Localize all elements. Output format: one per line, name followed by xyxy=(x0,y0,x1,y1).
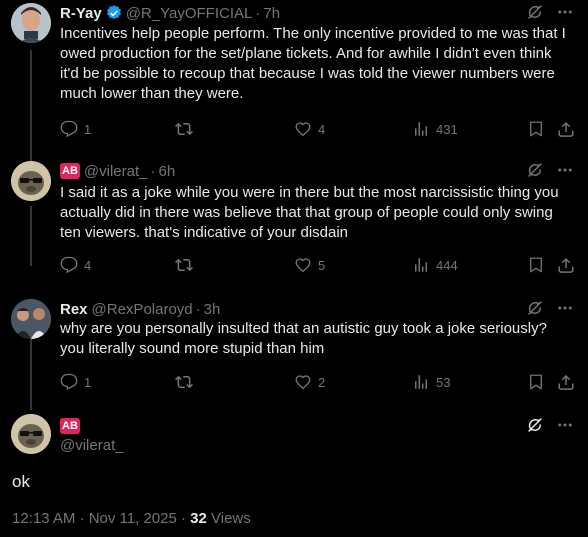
display-name[interactable]: R-Yay xyxy=(60,5,102,22)
share-button[interactable] xyxy=(557,373,575,391)
avatar[interactable] xyxy=(11,3,51,43)
retweet-button[interactable] xyxy=(175,373,199,391)
tweet-text: I said it as a joke while you were in th… xyxy=(60,184,559,241)
views-count: 444 xyxy=(436,257,458,273)
tweet-top-icons xyxy=(526,3,574,21)
reply-count: 1 xyxy=(84,121,92,137)
ab-badge: AB xyxy=(60,163,80,179)
grok-icon[interactable] xyxy=(526,161,544,179)
views-count: 53 xyxy=(436,374,451,390)
share-icon xyxy=(557,256,575,274)
retweet-icon xyxy=(175,120,193,138)
like-count: 5 xyxy=(318,257,326,273)
bookmark-button[interactable] xyxy=(527,120,545,138)
share-icon xyxy=(557,120,575,138)
views-icon xyxy=(412,256,430,274)
handle[interactable]: @vilerat_ xyxy=(84,163,148,180)
like-icon xyxy=(294,256,312,274)
more-icon[interactable] xyxy=(556,3,574,21)
tweet-top-icons xyxy=(526,161,574,179)
tweet-text: why are you personally insulted that an … xyxy=(60,320,547,357)
ab-badge: AB xyxy=(60,418,80,434)
reply-icon xyxy=(60,256,78,274)
grok-icon[interactable] xyxy=(526,3,544,21)
timestamp[interactable]: 3h xyxy=(204,301,221,318)
retweet-icon xyxy=(175,256,193,274)
reply-count: 1 xyxy=(84,374,92,390)
avatar[interactable] xyxy=(11,299,51,339)
views-count: 431 xyxy=(436,121,458,137)
timestamp[interactable]: 6h xyxy=(158,163,175,180)
bookmark-button[interactable] xyxy=(527,256,545,274)
reply-button[interactable]: 1 xyxy=(60,120,91,138)
more-icon[interactable] xyxy=(556,299,574,317)
tweet-actions: 4 5 444 xyxy=(60,256,576,276)
tweet[interactable]: AB @vilerat_ · 6h I said it as a joke wh… xyxy=(0,161,588,271)
views-button[interactable]: 53 xyxy=(412,373,450,391)
views-button[interactable]: 431 xyxy=(412,120,458,138)
grok-icon[interactable] xyxy=(526,299,544,317)
handle[interactable]: @vilerat_ xyxy=(60,437,124,454)
bookmark-icon xyxy=(527,256,545,274)
like-count: 2 xyxy=(318,374,326,390)
bookmark-button[interactable] xyxy=(527,373,545,391)
reply-count: 4 xyxy=(84,257,92,273)
reply-icon xyxy=(60,120,78,138)
reply-icon xyxy=(60,373,78,391)
handle[interactable]: @R_YayOFFICIAL xyxy=(126,5,253,22)
like-count: 4 xyxy=(318,121,326,137)
share-button[interactable] xyxy=(557,256,575,274)
tweet-meta: 12:13 AM · Nov 11, 2025 · 32 Views xyxy=(12,510,251,527)
display-name[interactable]: Rex xyxy=(60,301,88,318)
retweet-button[interactable] xyxy=(175,256,199,274)
views-icon xyxy=(412,120,430,138)
handle[interactable]: @RexPolaroyd xyxy=(92,301,193,318)
avatar[interactable] xyxy=(11,414,51,454)
tweet-actions: 1 2 53 xyxy=(60,373,576,393)
separator-dot: · xyxy=(195,300,201,318)
timestamp[interactable]: 7h xyxy=(263,5,280,22)
views-total: 32 xyxy=(190,510,207,527)
verified-icon xyxy=(105,4,123,22)
tweet-top-icons xyxy=(526,299,574,317)
separator-dot: · xyxy=(255,4,261,22)
reply-button[interactable]: 4 xyxy=(60,256,91,274)
main-tweet-text: ok xyxy=(12,472,30,491)
retweet-icon xyxy=(175,373,193,391)
more-icon[interactable] xyxy=(556,161,574,179)
retweet-button[interactable] xyxy=(175,120,199,138)
avatar[interactable] xyxy=(11,161,51,201)
like-icon xyxy=(294,120,312,138)
tweet[interactable]: R-Yay @R_YayOFFICIAL · 7h Incentives hel… xyxy=(0,3,588,153)
like-icon xyxy=(294,373,312,391)
views-button[interactable]: 444 xyxy=(412,256,458,274)
tweet-actions: 1 4 431 xyxy=(60,120,576,140)
separator-dot: · xyxy=(150,162,156,180)
like-button[interactable]: 2 xyxy=(294,373,325,391)
author-block: AB @vilerat_ xyxy=(60,416,124,454)
like-button[interactable]: 5 xyxy=(294,256,325,274)
bookmark-icon xyxy=(527,373,545,391)
tweet-header: R-Yay @R_YayOFFICIAL · 7h xyxy=(60,3,280,23)
tweet-text: Incentives help people perform. The only… xyxy=(60,25,566,102)
views-icon xyxy=(412,373,430,391)
more-icon[interactable] xyxy=(556,416,574,434)
views-label: Views xyxy=(206,510,251,527)
reply-button[interactable]: 1 xyxy=(60,373,91,391)
tweet[interactable]: Rex @RexPolaroyd · 3h why are you person… xyxy=(0,299,588,395)
bookmark-icon xyxy=(527,120,545,138)
tweet-header: AB @vilerat_ · 6h xyxy=(60,161,175,181)
tweet-header: Rex @RexPolaroyd · 3h xyxy=(60,299,220,319)
tweet-timestamp[interactable]: 12:13 AM · Nov 11, 2025 · xyxy=(12,510,190,527)
tweet-top-icons xyxy=(526,416,574,434)
share-icon xyxy=(557,373,575,391)
share-button[interactable] xyxy=(557,120,575,138)
like-button[interactable]: 4 xyxy=(294,120,325,138)
grok-icon[interactable] xyxy=(526,416,544,434)
